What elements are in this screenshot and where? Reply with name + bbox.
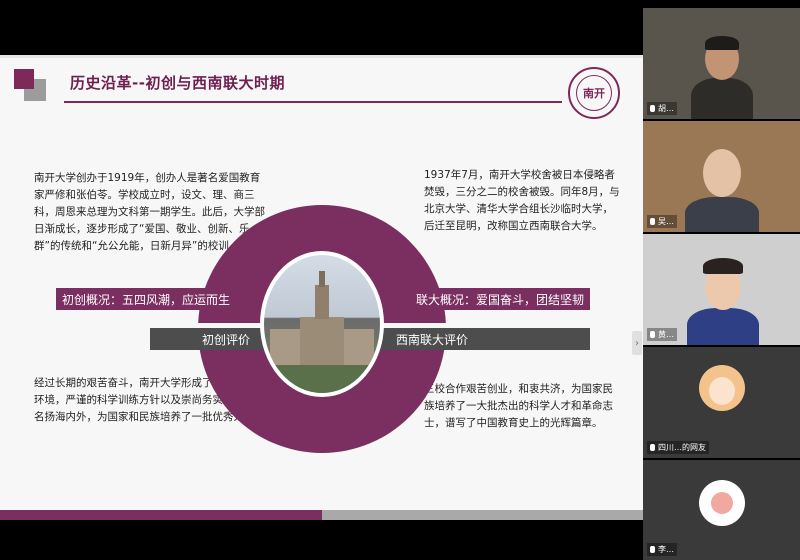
participant-tile-3[interactable]: 黄… <box>643 234 800 345</box>
band-label-founding: 初创概况：五四风潮，应运而生 <box>62 292 231 307</box>
title-underline <box>64 101 562 103</box>
slide-title: 历史沿革--初创与西南联大时期 <box>70 74 285 92</box>
band-label-founding-eval: 初创评价 <box>202 332 251 347</box>
text-lianda-eval: 三校合作艰苦创业，和衷共济，为国家民族培养了一大批杰出的科学人才和革命志士，谱写… <box>424 383 613 429</box>
slide-progress-rest <box>322 510 643 520</box>
avatar-face <box>711 492 733 514</box>
slide-progress-bar <box>0 510 643 520</box>
participant-tile-4[interactable]: 四川…的网友 <box>643 347 800 458</box>
mic-icon <box>650 218 655 225</box>
text-lianda: 1937年7月，南开大学校舍被日本侵略者焚毁，三分之二的校舍被毁。同年8月，与北… <box>424 169 620 232</box>
participant-name-5: 李… <box>647 543 677 556</box>
photo-left-wing <box>270 329 302 365</box>
participant-name-2: 吴… <box>647 215 677 228</box>
campus-photo <box>260 251 384 397</box>
participant-body <box>691 78 753 119</box>
mic-icon <box>650 444 655 451</box>
participant-name-4: 四川…的网友 <box>647 441 709 454</box>
slide-top-border <box>0 55 643 58</box>
university-logo: 南开 <box>568 67 620 119</box>
mic-icon <box>650 546 655 553</box>
participant-hair <box>705 36 739 50</box>
photo-right-wing <box>342 329 374 365</box>
decor-square-purple <box>14 69 34 89</box>
meeting-window: 历史沿革--初创与西南联大时期 南开 南开大学创办于1919年，创办人是著名爱国… <box>0 0 800 560</box>
slide-progress-fill <box>0 510 322 520</box>
mic-icon <box>650 105 655 112</box>
photo-main-building <box>300 317 344 365</box>
photo-tower <box>315 285 329 319</box>
band-label-lianda-eval: 西南联大评价 <box>396 332 469 347</box>
band-label-lianda: 联大概况：爱国奋斗，团结坚韧 <box>415 292 584 307</box>
avatar-face <box>709 377 735 405</box>
shared-slide: 历史沿革--初创与西南联大时期 南开 南开大学创办于1919年，创办人是著名爱国… <box>0 55 643 520</box>
mic-icon <box>650 331 655 338</box>
participant-hair <box>703 258 743 274</box>
photo-spire <box>319 271 325 287</box>
next-slide-arrow-icon[interactable]: › <box>632 331 642 355</box>
participant-name-3: 黄… <box>647 328 677 341</box>
photo-lawn <box>264 365 380 393</box>
participant-body <box>687 308 759 345</box>
participant-tile-5[interactable]: 李… <box>643 460 800 560</box>
logo-emblem: 南开 <box>576 75 612 111</box>
participant-tile-2[interactable]: 吴… <box>643 121 800 232</box>
participant-tile-1[interactable]: 胡… <box>643 8 800 119</box>
participant-name-1: 胡… <box>647 102 677 115</box>
